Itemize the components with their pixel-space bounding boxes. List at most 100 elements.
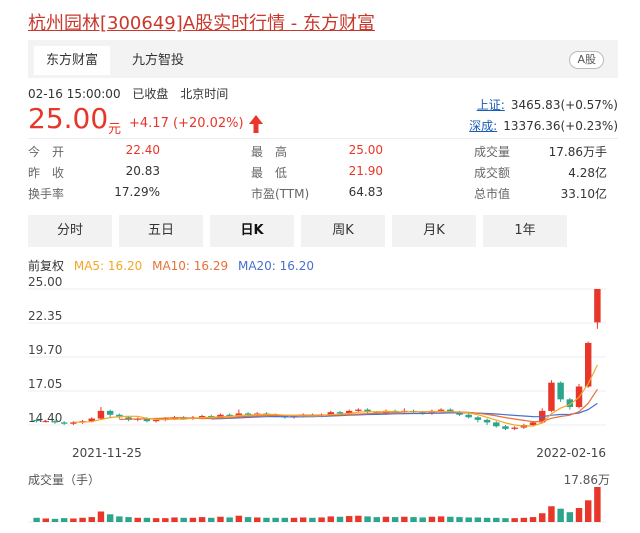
stat-value: 25.00	[348, 143, 383, 157]
candle-body	[474, 417, 482, 420]
volume-bar	[584, 500, 592, 522]
volume-bar	[511, 518, 518, 522]
index-shenzhen: 深成: 13376.36(+0.23%)	[469, 117, 618, 134]
volume-bar	[180, 517, 187, 522]
stat-value: 4.28亿	[568, 166, 607, 180]
volume-bar	[60, 518, 68, 522]
candle-body	[60, 422, 68, 424]
volume-bar	[327, 516, 335, 522]
candle-body	[355, 409, 362, 411]
ma-legend: 前复权 MA5: 16.20 MA10: 16.29 MA20: 16.20	[28, 257, 320, 274]
stat-value: 21.90	[348, 164, 383, 178]
index-shanghai-value: 3465.83(+0.57%)	[510, 98, 618, 112]
y-tick-label: 17.05	[28, 377, 62, 391]
y-tick-label: 19.70	[28, 343, 62, 357]
divider	[28, 138, 618, 139]
market-status: 已收盘	[132, 87, 169, 101]
index-shenzhen-value: 13376.36(+0.23%)	[503, 119, 618, 133]
x-tick-label: 2022-02-16	[536, 446, 606, 460]
volume-bar	[566, 512, 574, 522]
y-tick-label: 22.35	[28, 309, 62, 323]
period-button-2[interactable]: 日K	[210, 215, 294, 247]
timezone-label: 北京时间	[180, 87, 229, 101]
candle-body	[33, 419, 40, 422]
candle-body	[51, 421, 59, 423]
ma20-label: MA20: 16.20	[237, 259, 315, 273]
candle-body	[493, 422, 500, 427]
adjust-mode[interactable]: 前复权	[28, 259, 64, 273]
quote-datetime: 02-16 15:00:00	[28, 87, 121, 101]
stat-label: 最 低	[251, 166, 288, 180]
candle-body	[502, 426, 509, 429]
candle-body	[42, 421, 50, 423]
candle-body	[548, 382, 555, 411]
volume-bar	[502, 518, 509, 522]
volume-bar	[198, 517, 206, 522]
volume-bar	[548, 506, 555, 522]
volume-bar	[97, 511, 105, 522]
candle-body	[465, 414, 472, 418]
stat-value: 22.40	[125, 143, 160, 157]
volume-bar	[254, 517, 261, 522]
volume-bar	[401, 516, 408, 522]
volume-bar	[125, 517, 132, 522]
candle-body	[97, 410, 105, 419]
stat-label: 总市值	[474, 187, 511, 201]
current-price: 25.00	[28, 102, 109, 135]
period-button-4[interactable]: 月K	[392, 215, 476, 247]
price-unit: 元	[108, 122, 122, 137]
ma5-label: MA5: 16.20	[73, 259, 143, 273]
index-shenzhen-link[interactable]: 深成:	[469, 119, 497, 133]
volume-bar	[373, 517, 380, 522]
index-shanghai-link[interactable]: 上证:	[477, 98, 505, 112]
source-tab-bar: 东方财富 九方智投 A股	[28, 40, 618, 78]
volume-bar	[465, 517, 472, 522]
volume-bar	[281, 517, 289, 522]
stat-value: 17.86万手	[548, 145, 607, 159]
stat-label: 最 高	[251, 145, 288, 159]
volume-bar	[263, 517, 270, 522]
index-shanghai: 上证: 3465.83(+0.57%)	[477, 96, 618, 113]
volume-bar	[299, 517, 307, 522]
up-arrow-icon	[249, 115, 263, 133]
volume-bar	[290, 517, 298, 522]
candle-body	[511, 427, 518, 429]
volume-bar	[88, 517, 95, 522]
period-button-5[interactable]: 1年	[483, 215, 567, 247]
period-button-3[interactable]: 周K	[301, 215, 385, 247]
stat-label: 市盈(TTM)	[251, 187, 310, 201]
candle-body	[483, 419, 491, 423]
volume-bar	[336, 516, 344, 522]
volume-max: 17.86万	[563, 473, 610, 487]
tab-jiufang[interactable]: 九方智投	[120, 46, 196, 75]
volume-bar	[152, 518, 160, 522]
volume-bar	[318, 517, 325, 522]
volume-bar	[410, 517, 417, 522]
volume-bar	[162, 518, 169, 522]
candle-body	[437, 409, 445, 411]
volume-bar	[208, 517, 215, 522]
quote-timeline: 02-16 15:00:00 已收盘 北京时间	[28, 85, 236, 102]
page-title[interactable]: 杭州园林[300649]A股实时行情 - 东方财富	[28, 9, 375, 35]
stat-label: 成交额	[474, 166, 511, 180]
candle-body	[152, 419, 160, 422]
period-button-1[interactable]: 五日	[119, 215, 203, 247]
volume-bar	[272, 517, 279, 522]
stat-value: 64.83	[348, 185, 383, 199]
volume-bar	[447, 516, 454, 522]
ma10-label: MA10: 16.29	[152, 259, 229, 273]
volume-bar	[575, 508, 583, 522]
volume-bar	[539, 513, 546, 522]
tab-eastmoney[interactable]: 东方财富	[34, 46, 111, 75]
volume-bar	[42, 518, 50, 522]
period-button-0[interactable]: 分时	[28, 215, 112, 247]
volume-bar	[456, 517, 463, 522]
volume-bar	[493, 517, 500, 522]
stat-value: 33.10亿	[560, 187, 607, 201]
volume-bar	[70, 518, 77, 522]
volume-bar	[520, 517, 528, 522]
volume-bar	[171, 517, 178, 522]
y-tick-label: 14.40	[28, 411, 62, 425]
candlestick-chart[interactable]: 25.00 22.35 19.70 17.05 14.40 2021-11-25 2022-…	[0, 275, 640, 533]
volume-bar	[143, 517, 151, 522]
